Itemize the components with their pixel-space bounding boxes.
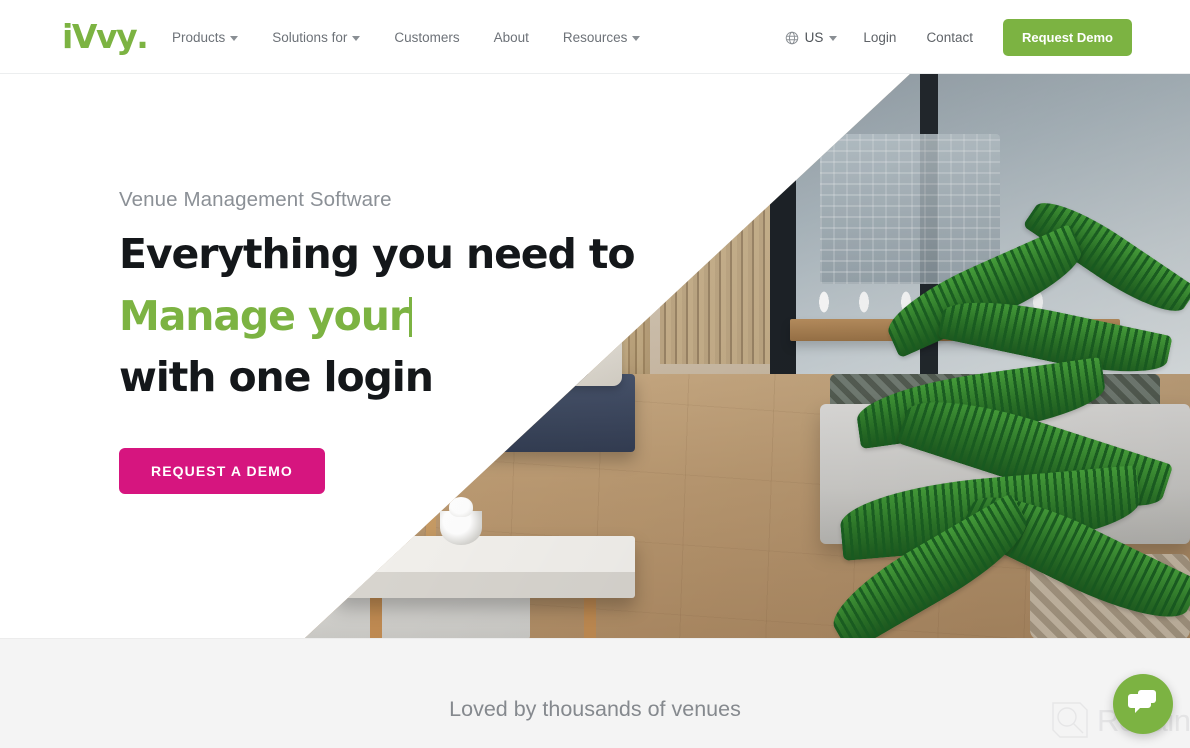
headline-line-2: Manage your [119,291,409,340]
chevron-down-icon [230,35,239,41]
logo-dot: . [136,16,149,56]
scene-front-stone-table [335,536,635,598]
site-header: iVvy. Products Solutions for Customers A… [0,0,1190,74]
request-demo-button[interactable]: Request Demo [1002,18,1132,56]
hero-eyebrow: Venue Management Software [119,188,392,211]
typing-cursor [408,296,412,337]
locale-label: US [804,29,824,45]
globe-icon [785,31,799,45]
chevron-down-icon [352,35,361,41]
locale-selector[interactable]: US [785,30,838,45]
nav-item-about[interactable]: About [494,24,545,51]
scene-front-table-legs [360,594,608,638]
social-proof-title: Loved by thousands of venues [449,697,741,721]
nav-item-solutions-for[interactable]: Solutions for [272,24,376,51]
header-actions: US Login Contact Request Demo [785,0,1132,74]
nav-item-label: Solutions for [272,29,348,45]
nav-item-label: Resources [562,29,628,45]
chat-bubble-icon [1128,688,1158,721]
nav-item-resources[interactable]: Resources [563,24,657,51]
hero-section: Venue Management Software Everything you… [0,74,1190,638]
logo[interactable]: iVvy. [62,16,149,56]
page-root: iVvy. Products Solutions for Customers A… [0,0,1190,748]
page-title: Everything you need to Manage your with … [119,224,679,409]
request-a-demo-button[interactable]: REQUEST A DEMO [119,447,325,494]
scene-building-outside [820,134,1000,284]
logo-text: iVvy [62,16,138,56]
hero-copy: Venue Management Software Everything you… [119,188,679,494]
headline-line-2-wrapper: Manage your [119,286,679,348]
contact-link[interactable]: Contact [926,30,973,45]
nav-item-label: Products [172,29,226,45]
chevron-down-icon [632,35,641,41]
nav-item-customers[interactable]: Customers [394,24,475,51]
nav-item-label: Customers [394,29,460,45]
scene-table-bowl [440,497,482,545]
nav-item-products[interactable]: Products [172,24,254,51]
headline-line-1: Everything you need to [119,230,636,278]
primary-nav: Products Solutions for Customers About R… [172,0,674,74]
chat-widget-button[interactable] [1113,674,1173,734]
chevron-down-icon [829,35,838,41]
login-link[interactable]: Login [863,30,896,45]
social-proof-band: Loved by thousands of venues [0,638,1190,748]
headline-line-3: with one login [119,353,434,401]
nav-item-label: About [493,29,529,45]
